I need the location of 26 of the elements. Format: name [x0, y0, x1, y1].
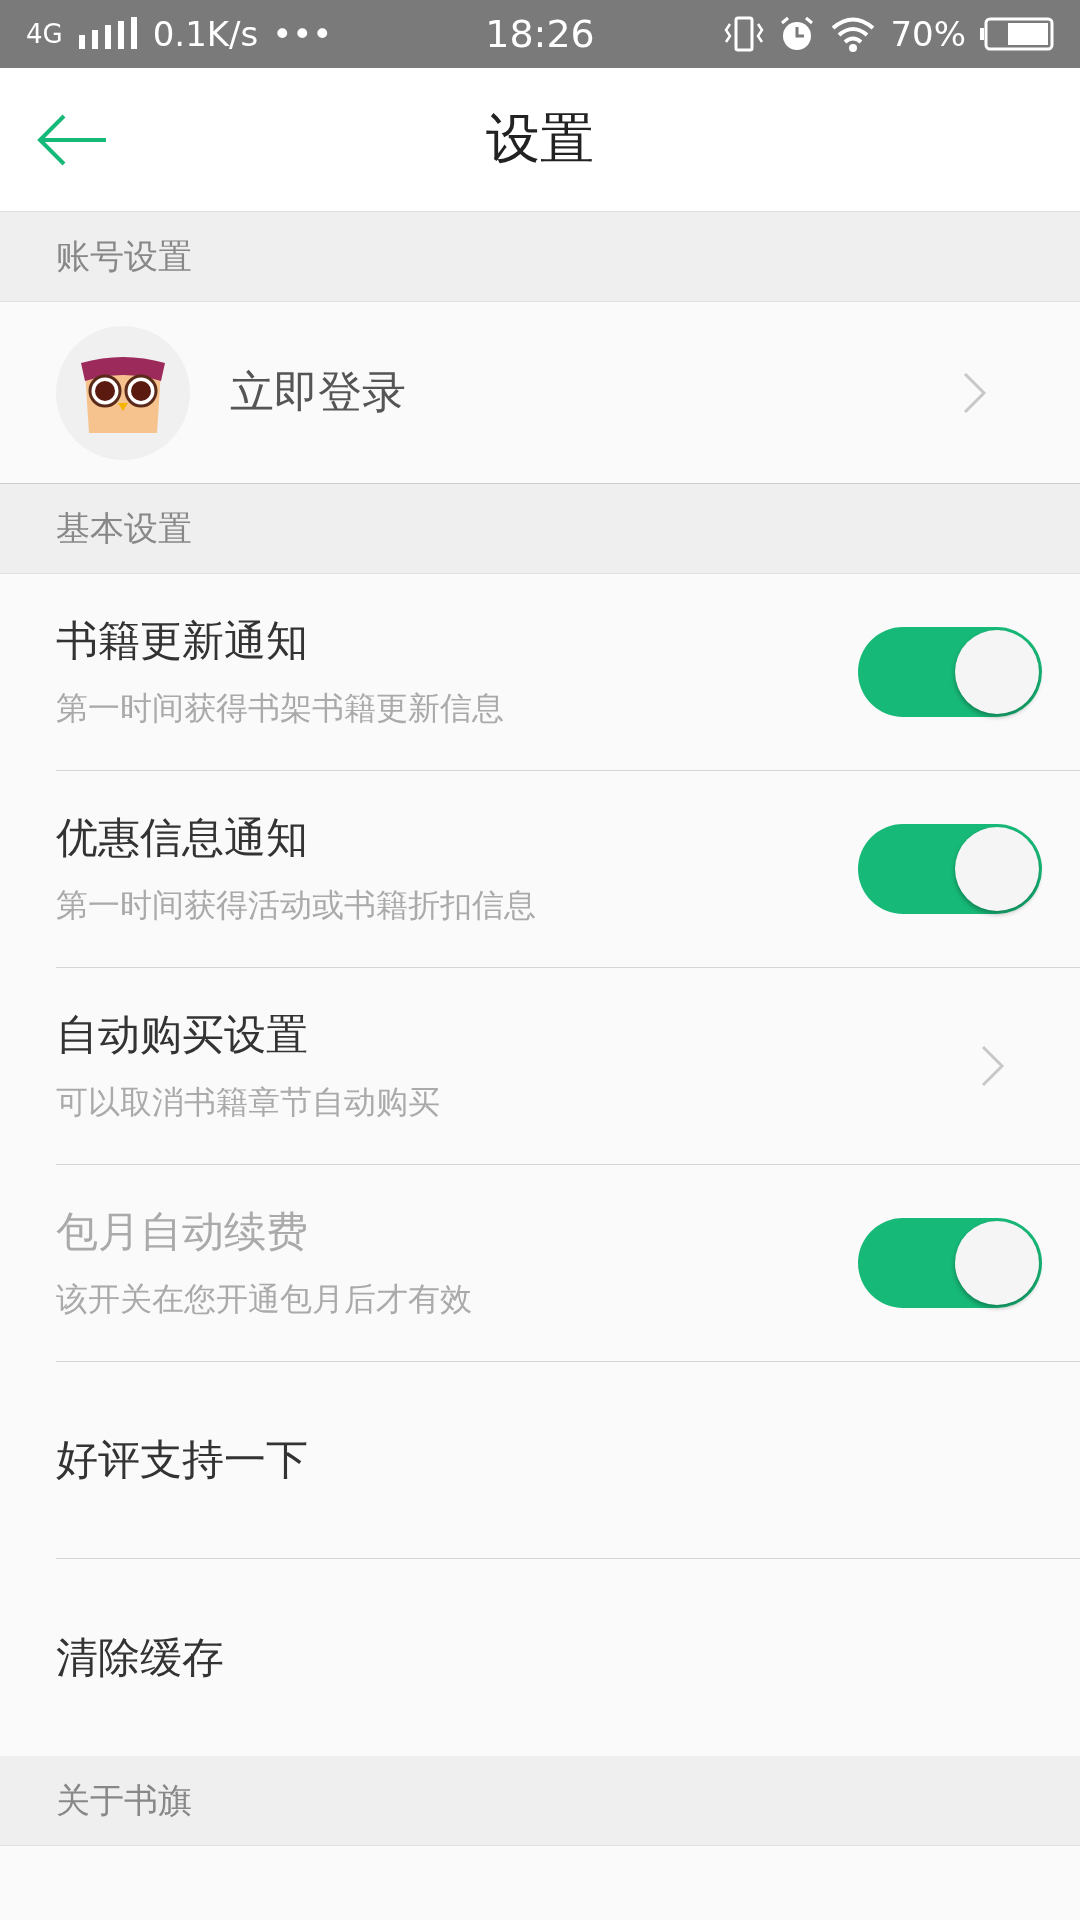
- setting-title[interactable]: 书籍更新通知: [56, 613, 858, 669]
- setting-title[interactable]: 自动购买设置: [56, 1007, 980, 1063]
- clock: 18:26: [485, 12, 595, 56]
- setting-description: 第一时间获得活动或书籍折扣信息: [56, 885, 537, 926]
- network-type: 4G: [26, 19, 63, 49]
- chevron-right-icon: [962, 370, 988, 415]
- battery-percentage: 70%: [890, 14, 966, 54]
- setting-description: 该开关在您开通包月后才有效: [56, 1279, 473, 1320]
- setting-description: 第一时间获得书架书籍更新信息: [56, 688, 505, 729]
- page-title: 设置: [486, 107, 594, 170]
- signal-icon: [76, 17, 139, 51]
- vibrate-icon: [724, 14, 765, 54]
- section-header: 关于书旗: [56, 1778, 192, 1822]
- login-link[interactable]: 立即登录: [230, 363, 962, 422]
- setting-title[interactable]: 优惠信息通知: [56, 810, 858, 866]
- wifi-icon: [830, 15, 877, 53]
- more-notifications: •••: [272, 14, 333, 54]
- section-header: 基本设置: [56, 506, 192, 550]
- chevron-right-icon: [980, 1044, 1006, 1088]
- battery-icon: [980, 17, 1054, 51]
- back-arrow-icon[interactable]: [36, 113, 108, 166]
- setting-description: 可以取消书籍章节自动购买: [56, 1082, 441, 1123]
- setting-title[interactable]: 好评支持一下: [56, 1432, 1042, 1488]
- section-header: 账号设置: [56, 234, 192, 278]
- network-speed: 0.1K/s: [152, 14, 259, 54]
- setting-title[interactable]: 清除缓存: [56, 1629, 1042, 1686]
